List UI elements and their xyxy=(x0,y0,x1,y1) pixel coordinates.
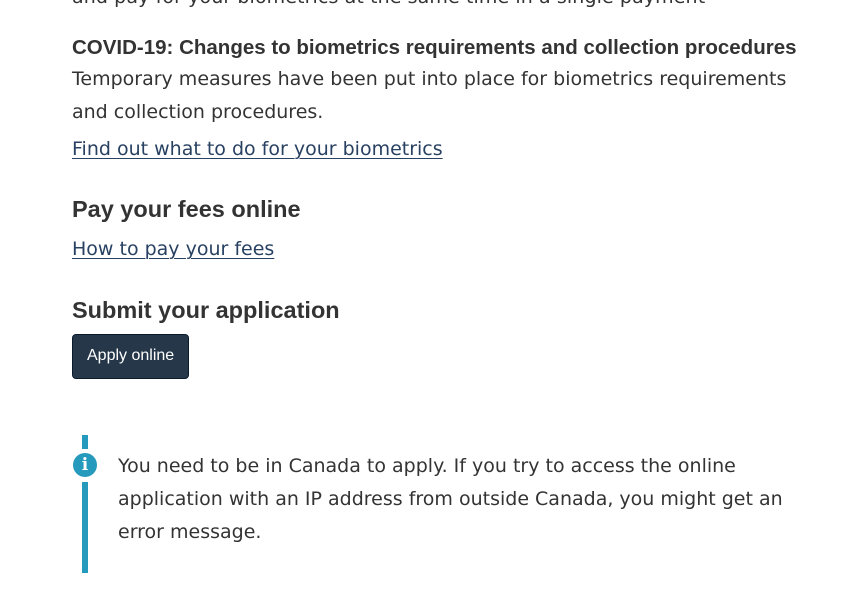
biometrics-link[interactable]: Find out what to do for your biometrics xyxy=(72,136,443,162)
covid-section: COVID-19: Changes to biometrics requirem… xyxy=(72,36,812,162)
fees-heading: Pay your fees online xyxy=(72,196,301,222)
covid-body-text: Temporary measures have been put into pl… xyxy=(72,68,787,123)
alert-text: You need to be in Canada to apply. If yo… xyxy=(118,455,783,543)
main-content: COVID-19: Changes to biometrics requirem… xyxy=(72,36,812,379)
info-icon: i xyxy=(73,453,97,477)
alert-bar xyxy=(82,482,88,573)
alert-bar xyxy=(82,435,88,449)
info-alert: i You need to be in Canada to apply. If … xyxy=(72,435,812,573)
submit-section: Submit your application Apply online xyxy=(72,296,812,379)
clipped-text-top: and pay for your biometrics at the same … xyxy=(72,0,705,8)
fees-section: Pay your fees online How to pay your fee… xyxy=(72,195,812,262)
submit-heading: Submit your application xyxy=(72,297,340,323)
pay-fees-link[interactable]: How to pay your fees xyxy=(72,236,274,262)
covid-heading: COVID-19: Changes to biometrics requirem… xyxy=(72,36,797,59)
apply-online-button[interactable]: Apply online xyxy=(72,334,190,379)
